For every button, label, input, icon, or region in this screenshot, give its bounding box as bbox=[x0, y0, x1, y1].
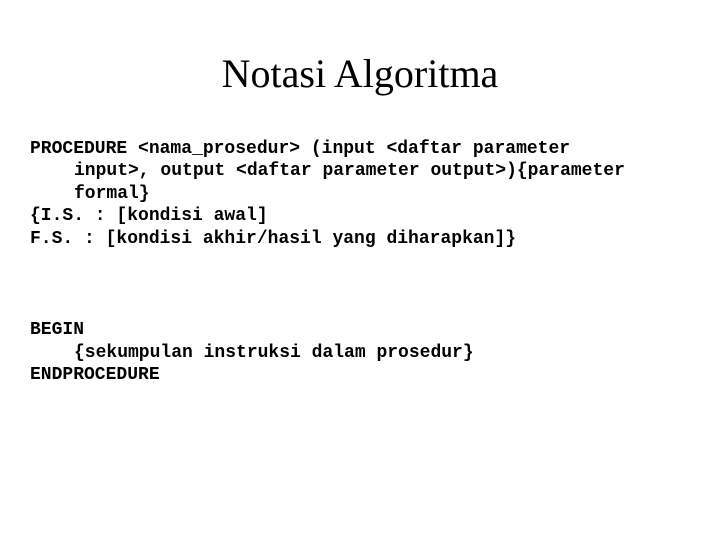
proc-line-1a: PROCEDURE <nama_prosedur> (input <daftar… bbox=[30, 138, 690, 161]
endprocedure-line: ENDPROCEDURE bbox=[30, 364, 690, 387]
proc-line-1c: formal} bbox=[30, 183, 690, 206]
begin-line: BEGIN bbox=[30, 319, 690, 342]
body-line: {sekumpulan instruksi dalam prosedur} bbox=[30, 342, 690, 365]
proc-line-1b: input>, output <daftar parameter output>… bbox=[30, 160, 690, 183]
final-state-line: F.S. : [kondisi akhir/hasil yang diharap… bbox=[30, 228, 690, 251]
procedure-body-block: BEGIN{sekumpulan instruksi dalam prosedu… bbox=[30, 297, 690, 410]
initial-state-line: {I.S. : [kondisi awal] bbox=[30, 205, 690, 228]
procedure-signature-block: PROCEDURE <nama_prosedur> (input <daftar… bbox=[30, 115, 690, 273]
slide-title: Notasi Algoritma bbox=[30, 50, 690, 97]
